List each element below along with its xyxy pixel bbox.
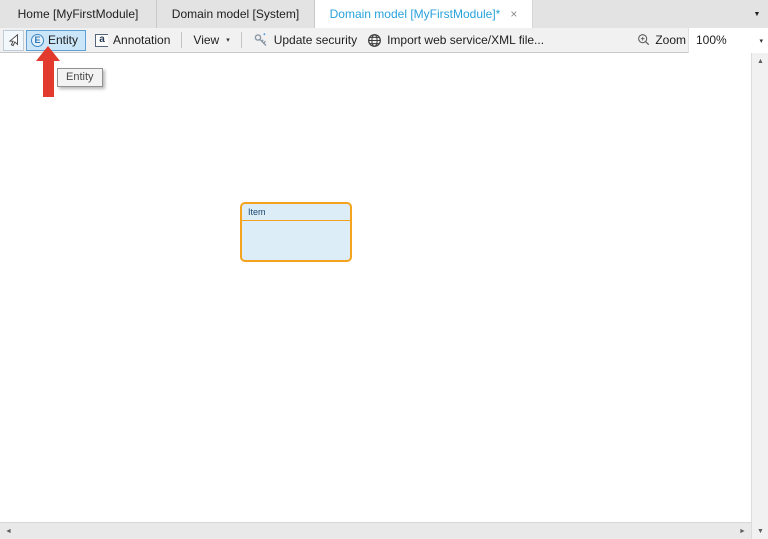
entity-button-label: Entity: [48, 33, 79, 47]
view-button-label: View: [193, 33, 220, 47]
tab-domain-model-system[interactable]: Domain model [System]: [157, 0, 315, 28]
close-tab-icon[interactable]: ×: [510, 8, 517, 20]
zoom-in-icon: [637, 33, 651, 47]
select-cursor-icon: [7, 33, 21, 47]
domain-model-canvas[interactable]: Item: [0, 53, 751, 522]
tab-list-dropdown-icon[interactable]: ▼: [750, 0, 764, 28]
scroll-down-icon[interactable]: ▼: [752, 523, 768, 539]
tab-label: Domain model [System]: [171, 7, 300, 21]
tab-label: Domain model [MyFirstModule]*: [329, 7, 501, 21]
toolbar-separator: [240, 32, 242, 48]
arrow-head: [36, 46, 60, 61]
update-security-label: Update security: [273, 33, 358, 47]
chevron-down-icon: ▾: [226, 37, 230, 44]
scroll-left-icon[interactable]: ◄: [0, 523, 17, 539]
key-icon: [253, 32, 269, 48]
tab-label: Home [MyFirstModule]: [17, 7, 139, 21]
update-security-button[interactable]: Update security: [248, 30, 362, 51]
entity-tooltip: Entity: [57, 68, 103, 87]
zoom-level-combobox[interactable]: 100% ▾: [688, 27, 768, 53]
annotation-button-label: Annotation: [113, 33, 171, 47]
entity-item[interactable]: Item: [240, 202, 352, 262]
editor-toolbar: E Entity a Annotation View ▾ Update secu…: [0, 27, 768, 53]
horizontal-scrollbar[interactable]: ◄ ►: [0, 522, 751, 539]
vertical-scrollbar[interactable]: ▲ ▼: [751, 53, 768, 539]
annotation-tool-button[interactable]: a Annotation: [90, 30, 175, 51]
entity-name: Item: [242, 204, 350, 221]
zoom-value: 100%: [696, 33, 727, 47]
red-callout-arrow: [36, 46, 60, 97]
arrow-shaft: [42, 61, 54, 97]
tab-domain-model-myfirstmodule[interactable]: Domain model [MyFirstModule]* ×: [315, 0, 533, 28]
entity-icon: E: [31, 33, 44, 47]
app-window: Home [MyFirstModule] Domain model [Syste…: [0, 0, 768, 539]
globe-icon: [367, 33, 382, 48]
select-tool-button[interactable]: [3, 29, 24, 51]
tab-home-myfirstmodule[interactable]: Home [MyFirstModule]: [0, 0, 157, 28]
scroll-up-icon[interactable]: ▲: [752, 53, 768, 69]
chevron-down-icon[interactable]: ▾: [759, 37, 763, 45]
annotation-icon: a: [95, 33, 109, 47]
document-tab-bar: Home [MyFirstModule] Domain model [Syste…: [0, 0, 768, 28]
import-web-service-button[interactable]: Import web service/XML file...: [362, 30, 549, 51]
import-web-service-label: Import web service/XML file...: [387, 33, 545, 47]
scroll-right-icon[interactable]: ►: [734, 523, 751, 539]
toolbar-separator: [181, 32, 183, 48]
zoom-label: Zoom: [655, 33, 686, 47]
view-dropdown-button[interactable]: View ▾: [188, 30, 234, 51]
